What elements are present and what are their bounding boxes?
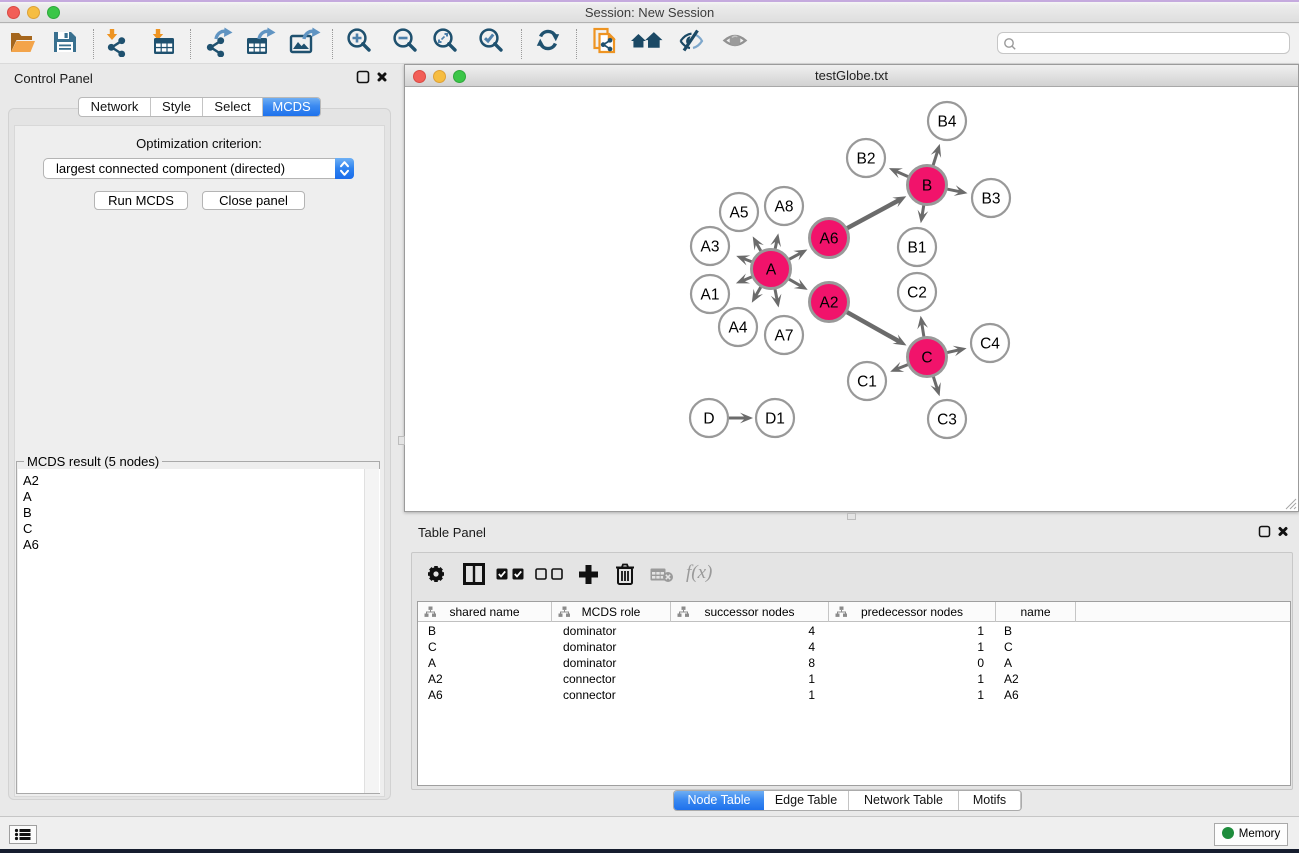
svg-text:C3: C3 (937, 412, 957, 429)
svg-text:A2: A2 (820, 295, 839, 312)
svg-text:A1: A1 (701, 287, 720, 304)
svg-text:D: D (703, 411, 714, 428)
svg-text:C: C (921, 350, 932, 367)
svg-text:A3: A3 (701, 239, 720, 256)
svg-text:A5: A5 (730, 205, 749, 222)
svg-text:B2: B2 (857, 151, 876, 168)
svg-text:A4: A4 (729, 320, 748, 337)
svg-text:A6: A6 (820, 231, 839, 248)
svg-text:C1: C1 (857, 374, 877, 391)
svg-text:A8: A8 (775, 199, 794, 216)
svg-text:B3: B3 (982, 191, 1001, 208)
svg-text:B1: B1 (908, 240, 927, 257)
svg-text:D1: D1 (765, 411, 785, 428)
svg-text:C2: C2 (907, 285, 927, 302)
svg-text:C4: C4 (980, 336, 1000, 353)
svg-text:A7: A7 (775, 328, 794, 345)
svg-text:A: A (766, 262, 777, 279)
svg-text:B: B (922, 178, 932, 195)
svg-text:B4: B4 (938, 114, 957, 131)
